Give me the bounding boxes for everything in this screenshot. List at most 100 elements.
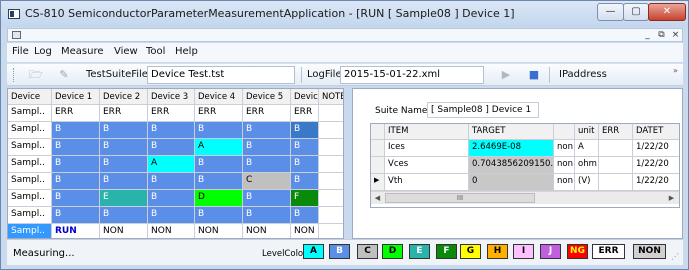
column-header[interactable]: Device 4 — [195, 89, 243, 105]
mdi-restore-button[interactable]: ⧉ — [656, 29, 667, 41]
suite-name-field[interactable]: [ Sample08 ] Device 1 — [427, 102, 539, 118]
table-row[interactable]: Sampl.. B B B B C B — [8, 173, 343, 190]
table-cell[interactable]: ERR — [195, 105, 243, 122]
scroll-right-icon[interactable]: ▶ — [665, 192, 678, 204]
toolbar-overflow-icon[interactable]: » — [673, 66, 678, 75]
item-column-header[interactable]: unit — [575, 124, 599, 140]
item-cell[interactable]: 0.7043856209150... — [469, 157, 554, 174]
table-cell[interactable] — [319, 207, 343, 224]
table-cell[interactable]: B — [291, 122, 319, 139]
table-cell[interactable]: B — [291, 156, 319, 173]
menu-log[interactable]: Log — [34, 46, 52, 57]
table-cell[interactable]: B — [243, 122, 291, 139]
item-cell[interactable]: A — [575, 140, 599, 157]
logfile-field[interactable]: 2015-15-01-22.xml — [340, 66, 484, 84]
table-cell[interactable]: ERR — [52, 105, 100, 122]
table-cell[interactable]: C — [243, 173, 291, 190]
item-cell[interactable]: Ices — [385, 140, 469, 157]
table-row[interactable]: Sampl.. B B B A B B — [8, 139, 343, 156]
table-cell[interactable]: B — [52, 173, 100, 190]
testsuite-field[interactable]: Device Test.tst — [147, 66, 295, 84]
table-cell[interactable]: B — [195, 207, 243, 224]
table-cell[interactable]: B — [52, 156, 100, 173]
scroll-thumb[interactable]: III — [385, 193, 535, 203]
column-header[interactable]: NOTE — [319, 89, 343, 105]
item-column-header[interactable]: DATET — [633, 124, 679, 140]
table-cell[interactable]: NON — [148, 224, 195, 238]
table-cell[interactable]: B — [148, 122, 195, 139]
table-cell[interactable]: F — [291, 190, 319, 207]
table-cell[interactable] — [319, 105, 343, 122]
item-cell[interactable]: Vces — [385, 157, 469, 174]
table-cell[interactable]: B — [100, 139, 148, 156]
row-device-cell[interactable]: Sampl.. — [8, 224, 52, 238]
table-cell[interactable]: NON — [100, 224, 148, 238]
item-column-header[interactable]: ITEM — [385, 124, 469, 140]
table-cell[interactable]: ERR — [291, 105, 319, 122]
minimize-button[interactable]: — — [597, 3, 624, 21]
row-device-cell[interactable]: Sampl.. — [8, 173, 52, 190]
table-cell[interactable] — [319, 224, 343, 238]
item-cell[interactable]: 1/22/20 — [633, 174, 679, 191]
item-cell[interactable]: ohm — [575, 157, 599, 174]
current-row-icon[interactable]: ▶ — [371, 174, 385, 191]
table-cell[interactable] — [319, 190, 343, 207]
play-icon[interactable]: ▶ — [499, 68, 513, 81]
table-cell[interactable]: B — [100, 156, 148, 173]
table-cell[interactable]: RUN — [52, 224, 100, 238]
table-cell[interactable]: B — [243, 190, 291, 207]
item-cell[interactable] — [599, 140, 633, 157]
table-cell[interactable] — [319, 173, 343, 190]
row-selector[interactable] — [371, 157, 385, 174]
item-column-header[interactable]: TARGET — [469, 124, 554, 140]
row-header-corner[interactable] — [371, 124, 385, 140]
table-cell[interactable]: B — [52, 190, 100, 207]
open-folder-icon[interactable]: 🗁 — [29, 68, 43, 81]
maximize-button[interactable]: ▢ — [623, 3, 649, 21]
table-cell[interactable]: E — [100, 190, 148, 207]
row-device-cell[interactable]: Sampl.. — [8, 156, 52, 173]
item-cell[interactable]: non — [554, 174, 575, 191]
item-column-header[interactable]: ERR — [599, 124, 633, 140]
horizontal-scrollbar[interactable]: ◀ III ▶ — [371, 191, 679, 204]
table-row[interactable]: Sampl.. B B B B B B — [8, 207, 343, 224]
table-cell[interactable]: ERR — [243, 105, 291, 122]
menu-tool[interactable]: Tool — [146, 46, 165, 57]
item-cell[interactable]: non — [554, 140, 575, 157]
table-cell[interactable]: NON — [291, 224, 319, 238]
menu-file[interactable]: File — [12, 46, 29, 57]
scroll-left-icon[interactable]: ◀ — [371, 192, 384, 204]
item-cell[interactable]: Vth — [385, 174, 469, 191]
item-cell[interactable]: non — [554, 157, 575, 174]
table-cell[interactable]: D — [195, 190, 243, 207]
menu-measure[interactable]: Measure — [61, 46, 104, 57]
item-cell[interactable] — [599, 157, 633, 174]
table-cell[interactable]: B — [291, 139, 319, 156]
table-cell[interactable]: B — [52, 122, 100, 139]
table-cell[interactable] — [319, 156, 343, 173]
table-cell[interactable]: B — [100, 207, 148, 224]
table-cell[interactable]: B — [195, 173, 243, 190]
item-column-header[interactable] — [554, 124, 575, 140]
item-cell[interactable]: (V) — [575, 174, 599, 191]
row-device-cell[interactable]: Sampl.. — [8, 190, 52, 207]
edit-pencil-icon[interactable]: ✎ — [57, 68, 71, 81]
table-row[interactable]: Sampl.. B B A B B B — [8, 156, 343, 173]
table-cell[interactable]: B — [243, 207, 291, 224]
item-cell[interactable] — [599, 174, 633, 191]
table-cell[interactable]: A — [148, 156, 195, 173]
row-device-cell[interactable]: Sampl.. — [8, 105, 52, 122]
table-cell[interactable]: NON — [243, 224, 291, 238]
table-cell[interactable]: B — [291, 173, 319, 190]
menu-help[interactable]: Help — [175, 46, 198, 57]
table-cell[interactable]: A — [195, 139, 243, 156]
mdi-close-button[interactable]: × — [670, 29, 681, 41]
table-cell[interactable]: B — [52, 207, 100, 224]
measurement-items-grid[interactable]: ◀ III ▶ ITEM TARGET unit ERR DATET Ices 2.6469… — [370, 123, 680, 208]
table-cell[interactable]: B — [148, 139, 195, 156]
close-button[interactable]: ✕ — [648, 3, 686, 21]
table-cell[interactable] — [319, 122, 343, 139]
row-device-cell[interactable]: Sampl.. — [8, 207, 52, 224]
table-cell[interactable]: ERR — [148, 105, 195, 122]
table-cell[interactable]: B — [243, 139, 291, 156]
